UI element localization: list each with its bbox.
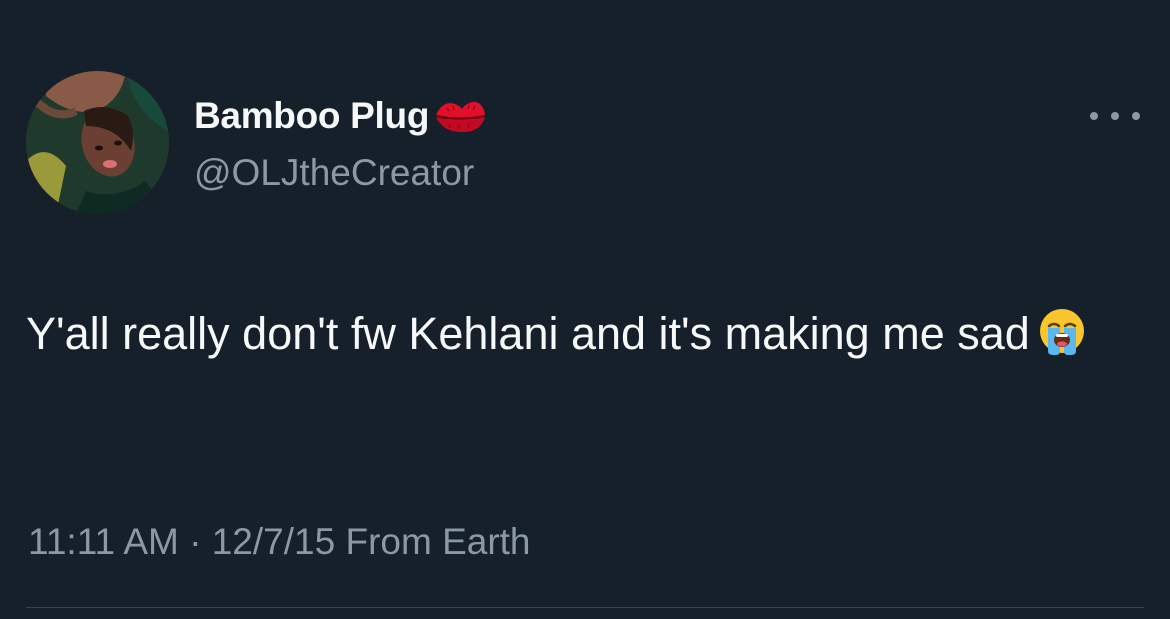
tweet-text-content: Y'all really don't fw Kehlani and it's m… xyxy=(26,308,1030,359)
tweet: Bamboo Plug @OLJtheCreator Y'all really … xyxy=(0,0,1170,619)
tweet-date-source: 12/7/15 From Earth xyxy=(211,521,531,562)
tweet-time[interactable]: 11:11 AM xyxy=(28,521,179,562)
meta-separator: · xyxy=(189,521,202,562)
more-options-icon xyxy=(1090,112,1098,120)
loudly-crying-face-icon xyxy=(1036,305,1088,357)
tweet-meta: 11:11 AM · 12/7/15 From Earth xyxy=(28,521,531,563)
more-options-button[interactable] xyxy=(1090,103,1140,129)
display-name-row: Bamboo Plug xyxy=(194,94,487,138)
user-handle[interactable]: @OLJtheCreator xyxy=(194,152,474,194)
more-options-dot xyxy=(1132,112,1140,120)
divider xyxy=(26,607,1144,608)
kiss-mark-icon xyxy=(433,96,487,136)
more-options-dot xyxy=(1111,112,1119,120)
avatar[interactable] xyxy=(26,71,169,214)
display-name[interactable]: Bamboo Plug xyxy=(194,95,429,137)
tweet-text: Y'all really don't fw Kehlani and it's m… xyxy=(26,300,1146,368)
